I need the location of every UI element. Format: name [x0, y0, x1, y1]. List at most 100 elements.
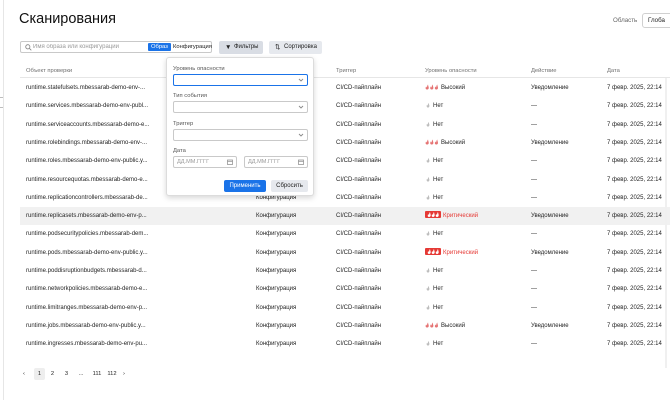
- scope-select[interactable]: Глоба: [642, 13, 670, 28]
- pagination-page-3[interactable]: 3: [62, 368, 71, 380]
- pagination-page-2[interactable]: 2: [48, 368, 57, 380]
- row-severity: Высокий: [425, 317, 465, 335]
- row-date: 7 февр. 2025, 22:14: [607, 121, 662, 128]
- row-object[interactable]: runtime.ingresses.mbessarab-demo-env-pu.…: [26, 335, 154, 353]
- filter-icon: ▼: [225, 44, 232, 51]
- row-severity: Критический: [425, 207, 478, 225]
- row-severity-label: Критический: [443, 249, 479, 256]
- table-row[interactable]: runtime.rolebindings.mbessarab-demo-env-…: [20, 134, 670, 152]
- row-object[interactable]: runtime.replicasets.mbessarab-demo-env-p…: [26, 207, 154, 225]
- severity-none-icon: [426, 231, 430, 236]
- severity-none-icon: [426, 267, 430, 273]
- header-severity[interactable]: Уровень опасности: [425, 68, 477, 74]
- row-trigger: CI/CD-пайплайн: [336, 121, 382, 128]
- table-row[interactable]: runtime.replicasets.mbessarab-demo-env-p…: [20, 207, 670, 226]
- row-severity-label: Нет: [433, 231, 444, 238]
- row-object[interactable]: runtime.podsecuritypolicies.mbessarab-de…: [26, 225, 154, 243]
- table-row[interactable]: runtime.services.mbessarab-demo-env-publ…: [20, 97, 670, 115]
- row-severity-label: Высокий: [441, 322, 466, 329]
- row-severity: Нет: [425, 97, 443, 115]
- row-object[interactable]: runtime.limitranges.mbessarab-demo-env-p…: [26, 299, 154, 317]
- table-row[interactable]: runtime.podsecuritypolicies.mbessarab-de…: [20, 225, 670, 243]
- row-object[interactable]: runtime.jobs.mbessarab-demo-env-public.y…: [26, 317, 154, 335]
- severity-none-icon: [426, 286, 430, 291]
- row-severity: Нет: [425, 152, 443, 170]
- date-to-field[interactable]: [244, 156, 308, 168]
- table-row[interactable]: runtime.pods.mbessarab-demo-env-public.y…: [20, 244, 670, 262]
- row-type: Конфигурация: [256, 249, 297, 256]
- row-action: —: [531, 286, 537, 293]
- severity-critical-icon: [425, 211, 441, 219]
- severity-filter-select[interactable]: [173, 74, 308, 86]
- pagination-prev[interactable]: ‹: [20, 368, 28, 380]
- row-object[interactable]: runtime.resourcequotas.mbessarab-demo-e.…: [26, 171, 154, 189]
- pagination-next[interactable]: ›: [120, 368, 128, 380]
- row-date: 7 февр. 2025, 22:14: [607, 286, 662, 293]
- row-object[interactable]: runtime.roles.mbessarab-demo-env-public.…: [26, 152, 154, 170]
- date-to-input[interactable]: [248, 157, 296, 167]
- event-type-filter-select[interactable]: [173, 101, 308, 113]
- table-row[interactable]: runtime.roles.mbessarab-demo-env-public.…: [20, 152, 670, 170]
- trigger-filter-select[interactable]: [173, 129, 308, 141]
- row-object[interactable]: runtime.pods.mbessarab-demo-env-public.y…: [26, 244, 154, 262]
- date-filter-label: Дата: [173, 148, 186, 154]
- date-from-input[interactable]: [177, 157, 225, 167]
- row-object[interactable]: runtime.services.mbessarab-demo-env-publ…: [26, 97, 154, 115]
- row-type: Конфигурация: [256, 213, 297, 220]
- row-severity-label: Нет: [433, 304, 444, 311]
- pagination-page-112[interactable]: 112: [105, 368, 119, 380]
- row-date: 7 февр. 2025, 22:14: [607, 176, 662, 183]
- scrollbar[interactable]: [664, 78, 668, 368]
- row-action: —: [531, 158, 537, 165]
- row-trigger: CI/CD-пайплайн: [336, 304, 382, 311]
- row-severity-label: Нет: [433, 341, 444, 348]
- header-date[interactable]: Дата: [607, 68, 620, 74]
- pagination-page-111[interactable]: 111: [90, 368, 104, 380]
- row-severity: Нет: [425, 116, 443, 134]
- row-severity-label: Критический: [443, 213, 479, 220]
- row-type: Конфигурация: [256, 341, 297, 348]
- table-row[interactable]: runtime.resourcequotas.mbessarab-demo-e.…: [20, 171, 670, 189]
- table-row[interactable]: runtime.limitranges.mbessarab-demo-env-p…: [20, 299, 670, 317]
- header-object[interactable]: Объект проверки: [26, 68, 72, 74]
- table-row[interactable]: runtime.ingresses.mbessarab-demo-env-pu.…: [20, 335, 670, 353]
- calendar-icon[interactable]: [298, 159, 304, 165]
- row-severity-label: Высокий: [441, 139, 466, 146]
- reset-filters-button[interactable]: Сбросить: [271, 180, 308, 192]
- row-severity-label: Нет: [433, 103, 444, 110]
- row-object[interactable]: runtime.replicationcontrollers.mbessarab…: [26, 189, 154, 207]
- rail-tick: [0, 97, 3, 98]
- chevron-down-icon: [298, 78, 304, 82]
- row-object[interactable]: runtime.networkpolicies.mbessarab-demo-e…: [26, 280, 154, 298]
- table-row[interactable]: runtime.statefulsets.mbessarab-demo-env-…: [20, 79, 670, 97]
- page-title: Сканирования: [19, 11, 116, 27]
- row-trigger: CI/CD-пайплайн: [336, 322, 382, 329]
- row-severity-label: Нет: [433, 158, 444, 165]
- calendar-icon[interactable]: [227, 159, 233, 165]
- row-object[interactable]: runtime.statefulsets.mbessarab-demo-env-…: [26, 79, 154, 97]
- event-type-filter-label: Тип события: [173, 93, 207, 99]
- table-row[interactable]: runtime.replicationcontrollers.mbessarab…: [20, 189, 670, 207]
- row-date: 7 февр. 2025, 22:14: [607, 139, 662, 146]
- table-row[interactable]: runtime.poddisruptionbudgets.mbessarab-d…: [20, 262, 670, 280]
- filters-button[interactable]: ▼ Фильтры: [219, 41, 263, 54]
- search-mode-config[interactable]: Конфигурация: [170, 43, 215, 51]
- header-action[interactable]: Действие: [531, 68, 556, 74]
- header-trigger[interactable]: Триггер: [336, 68, 356, 74]
- search-input[interactable]: [33, 42, 157, 52]
- table-row[interactable]: runtime.serviceaccounts.mbessarab-demo-e…: [20, 116, 670, 134]
- row-date: 7 февр. 2025, 22:14: [607, 194, 662, 201]
- search-field[interactable]: Образ Конфигурация: [20, 41, 212, 53]
- table-row[interactable]: runtime.networkpolicies.mbessarab-demo-e…: [20, 280, 670, 298]
- date-from-field[interactable]: [173, 156, 237, 168]
- apply-filters-button[interactable]: Применить: [224, 180, 266, 192]
- row-object[interactable]: runtime.poddisruptionbudgets.mbessarab-d…: [26, 262, 154, 280]
- pagination-page-1[interactable]: 1: [34, 368, 45, 380]
- table-row[interactable]: runtime.jobs.mbessarab-demo-env-public.y…: [20, 317, 670, 335]
- row-object[interactable]: runtime.serviceaccounts.mbessarab-demo-e…: [26, 116, 154, 134]
- row-trigger: CI/CD-пайплайн: [336, 213, 382, 220]
- search-mode-image[interactable]: Образ: [148, 43, 171, 51]
- row-object[interactable]: runtime.rolebindings.mbessarab-demo-env-…: [26, 134, 154, 152]
- rail-tick: [0, 107, 3, 108]
- sort-button[interactable]: ⇅ Сортировка: [269, 41, 322, 54]
